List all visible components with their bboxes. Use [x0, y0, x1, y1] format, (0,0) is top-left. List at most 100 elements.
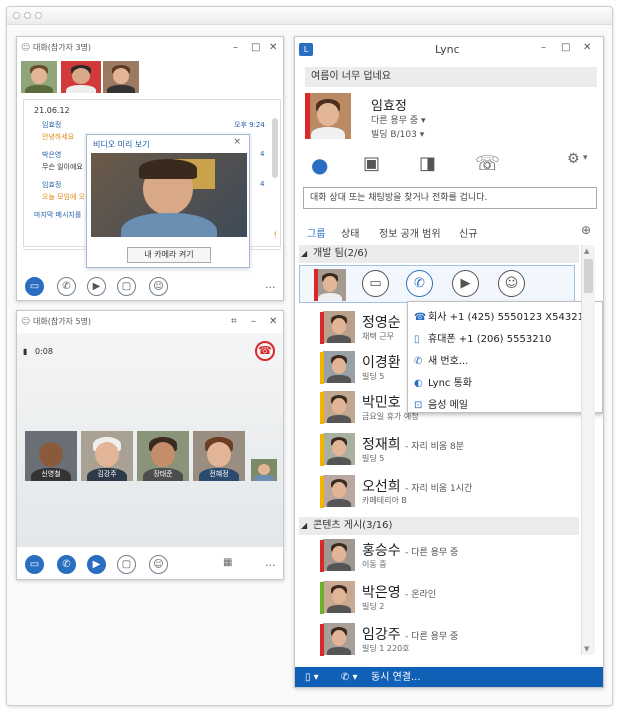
group-header[interactable]: ◢ 콘텐츠 게시(3/16) — [299, 517, 579, 535]
presence-indicator — [320, 312, 324, 344]
contact-photo[interactable] — [314, 269, 346, 301]
video-button[interactable]: ▶ — [87, 277, 106, 296]
turn-on-camera-button[interactable]: 내 카메라 켜기 — [127, 247, 211, 263]
group-header[interactable]: ◢ 개발 팀(2/6) — [299, 245, 579, 263]
simultaneous-ring-button[interactable]: 동시 연결... — [371, 667, 421, 687]
scroll-up-icon[interactable]: ▲ — [584, 247, 589, 255]
hang-up-button[interactable]: ☎ — [255, 341, 275, 361]
lync-main-window: L Lync – □ ✕ 여름이 너무 덥네요 임효정 다른 용무 중 ▾ 빌딩… — [294, 36, 604, 688]
video-button[interactable]: ▶ — [87, 555, 106, 574]
contact-display-name: 박은영 — [362, 585, 401, 601]
presence-indicator — [320, 624, 324, 656]
contact-photo[interactable] — [323, 539, 355, 571]
participant-video[interactable]: 전혜정 — [193, 431, 245, 481]
more-options-icon[interactable]: ··· — [265, 281, 276, 294]
call-button[interactable]: ✆ — [57, 277, 76, 296]
close-icon[interactable]: × — [233, 137, 241, 147]
device-icon[interactable]: ▯ ▾ — [305, 667, 319, 687]
menu-item-work-phone[interactable]: ☎ 회사 +1 (425) 5550123 X54321 — [414, 308, 584, 323]
scroll-down-icon[interactable]: ▼ — [584, 645, 589, 653]
menu-item-mobile[interactable]: ▯ 휴대폰 +1 (206) 5553210 — [414, 330, 551, 345]
chat-time: 4 — [260, 180, 265, 188]
menu-item-voicemail[interactable]: ⊡ 음성 메일 — [414, 396, 468, 411]
window-dot-icon[interactable] — [24, 12, 31, 19]
participant-video[interactable]: 장태준 — [137, 431, 189, 481]
options-gear-icon[interactable]: ⚙ — [567, 151, 580, 167]
close-icon[interactable]: ✕ — [583, 42, 591, 53]
fullscreen-icon[interactable]: ⌗ — [231, 311, 237, 333]
im-button[interactable]: ▭ — [25, 277, 44, 296]
tab-new[interactable]: 신규 — [459, 225, 477, 240]
present-button[interactable]: ▢ — [117, 277, 136, 296]
participant-photo[interactable] — [103, 61, 139, 93]
participant-video[interactable]: 김강주 — [81, 431, 133, 481]
add-contact-icon[interactable]: ⊕ — [581, 223, 591, 237]
search-input[interactable]: 대화 상대 또는 채팅방을 찾거나 전화를 겁니다. — [303, 187, 597, 209]
minimize-icon[interactable]: – — [233, 37, 238, 59]
more-options-icon[interactable]: ··· — [265, 559, 276, 572]
participant-photo[interactable] — [61, 61, 101, 93]
contact-name: 오선희 - 자리 비움 1시간 — [362, 476, 472, 496]
participants-button[interactable]: ☺ — [149, 277, 168, 296]
contact-photo[interactable] — [323, 475, 355, 507]
status-note[interactable]: 여름이 너무 덥네요 — [305, 67, 597, 87]
contact-photo[interactable] — [323, 351, 355, 383]
contact-photo[interactable] — [323, 581, 355, 613]
contacts-icon[interactable]: ● — [311, 153, 328, 177]
presence-indicator — [320, 392, 324, 424]
contact-photo[interactable] — [323, 623, 355, 655]
last-message-link[interactable]: 마지막 메시지를 — [34, 210, 81, 220]
minimize-icon[interactable]: – — [251, 311, 256, 333]
contact-photo[interactable] — [323, 433, 355, 465]
contact-photo[interactable] — [323, 311, 355, 343]
tab-status[interactable]: 상태 — [341, 225, 359, 240]
participant-photo[interactable] — [21, 61, 57, 93]
chevron-down-icon[interactable]: ▾ — [583, 153, 588, 163]
contact-list-item[interactable]: 홍승수 - 다른 용무 중 이동 중 — [295, 537, 585, 577]
self-video[interactable] — [251, 459, 277, 481]
present-button[interactable]: ▢ — [117, 555, 136, 574]
menu-item-new-number[interactable]: ✆ 새 번호... — [414, 352, 468, 367]
call-button[interactable]: ✆ — [57, 555, 76, 574]
contact-list-item[interactable]: 박은영 - 온라인 빌딩 2 — [295, 579, 585, 619]
person-hair — [139, 159, 197, 179]
contact-list-item[interactable]: 정재희 - 자리 비움 8분 빌딩 5 — [295, 431, 585, 471]
close-icon[interactable]: ✕ — [269, 37, 277, 59]
participants-button[interactable]: ☺ — [149, 555, 168, 574]
contact-list-item[interactable]: 임강주 - 다른 용무 중 빌딩 1 220호 — [295, 621, 585, 661]
call-button[interactable]: ✆ — [406, 270, 433, 297]
menu-item-label: 휴대폰 +1 (206) 5553210 — [428, 334, 552, 345]
user-location: 빌딩 B/103 — [371, 130, 417, 140]
participant-video[interactable]: 신영철 — [25, 431, 77, 481]
im-button[interactable]: ▭ — [25, 555, 44, 574]
conversations-icon[interactable]: ◨ — [419, 153, 436, 174]
contact-card-button[interactable]: ☺ — [498, 270, 525, 297]
maximize-icon[interactable]: □ — [561, 42, 570, 53]
send-im-button[interactable]: ▭ — [362, 270, 389, 297]
layout-icon[interactable]: ▦ — [223, 557, 232, 568]
tab-groups[interactable]: 그룹 — [307, 225, 325, 240]
contact-photo[interactable] — [323, 391, 355, 423]
window-dot-icon[interactable] — [13, 12, 20, 19]
menu-item-lync-call[interactable]: ◐ Lync 통화 — [414, 374, 472, 389]
user-status-dropdown[interactable]: 다른 용무 중 ▾ — [371, 113, 426, 126]
close-icon[interactable]: ✕ — [269, 311, 277, 333]
video-preview-title: 비디오 미리 보기 — [93, 140, 150, 149]
user-photo[interactable] — [305, 93, 351, 139]
window-dot-icon[interactable] — [35, 12, 42, 19]
contact-note: 빌딩 1 220호 — [362, 644, 410, 653]
maximize-icon[interactable]: □ — [251, 37, 260, 59]
menu-item-label: 음성 메일 — [428, 400, 468, 411]
scrollbar[interactable] — [272, 118, 278, 178]
tab-relationships[interactable]: 정보 공개 범위 — [379, 225, 441, 240]
minimize-icon[interactable]: – — [541, 42, 546, 53]
video-call-button[interactable]: ▶ — [452, 270, 479, 297]
chevron-down-icon: ▾ — [421, 116, 426, 126]
user-location-dropdown[interactable]: 빌딩 B/103 ▾ — [371, 127, 424, 140]
contact-list-item[interactable]: 오선희 - 자리 비움 1시간 카페테리아 B — [295, 473, 585, 513]
scroll-thumb[interactable] — [584, 259, 593, 293]
phone-icon[interactable]: ☏ — [475, 151, 500, 175]
contact-list-scrollbar[interactable]: ▲ ▼ — [581, 245, 595, 655]
join-call-icon[interactable]: ✆ ▾ — [341, 667, 358, 687]
chat-rooms-icon[interactable]: ▣ — [363, 153, 380, 174]
